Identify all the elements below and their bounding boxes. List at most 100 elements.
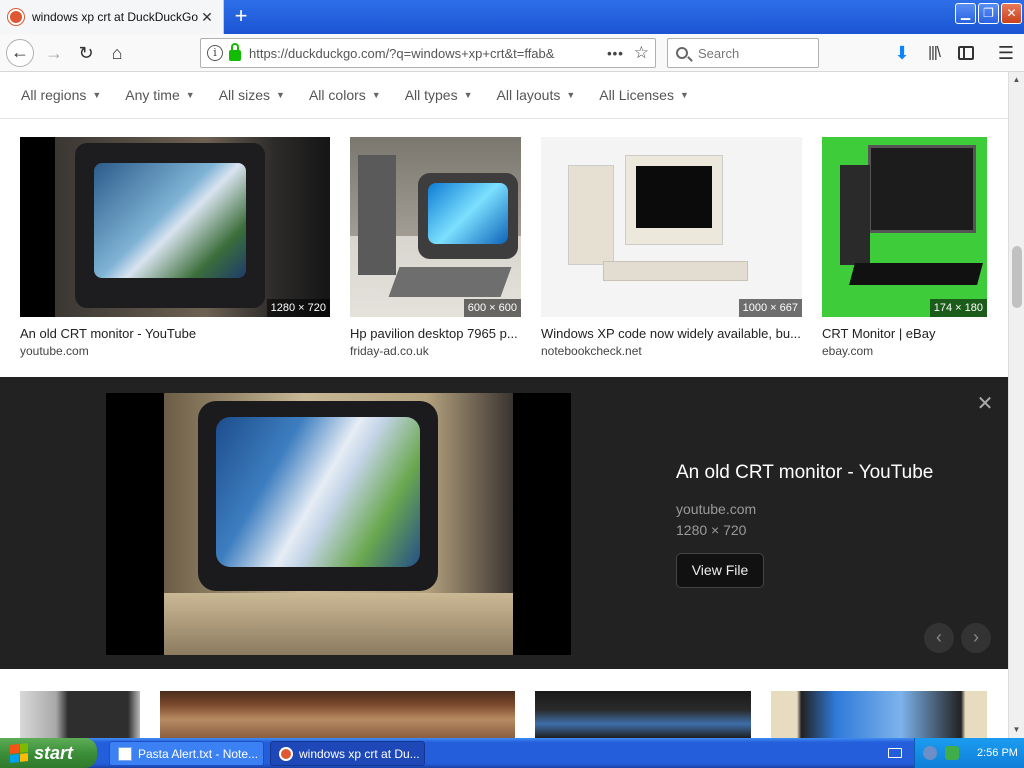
- title-bar: windows xp crt at DuckDuckGo ✕ + ▁ ❐ ✕: [0, 0, 1024, 34]
- security-icon[interactable]: [945, 746, 959, 760]
- system-tray: 2:56 PM: [914, 738, 1024, 768]
- taskbar-item-notepad[interactable]: Pasta Alert.txt - Note...: [109, 741, 264, 766]
- result-thumbnail[interactable]: [160, 691, 515, 738]
- downloads-icon[interactable]: ⬇: [890, 38, 914, 66]
- forward-button[interactable]: →: [40, 39, 68, 67]
- previous-image-button[interactable]: ‹: [924, 623, 954, 653]
- filter-time[interactable]: Any time ▼: [125, 87, 194, 103]
- pc-tower-image: [840, 165, 870, 265]
- lcd-monitor-image: [868, 145, 976, 233]
- preview-domain[interactable]: youtube.com: [676, 501, 756, 517]
- close-window-button[interactable]: ✕: [1001, 3, 1022, 24]
- maximize-button[interactable]: ❐: [978, 3, 999, 24]
- preview-title[interactable]: An old CRT monitor - YouTube: [676, 462, 933, 484]
- browser-tab[interactable]: windows xp crt at DuckDuckGo ✕: [0, 0, 224, 34]
- reload-button[interactable]: ↻: [72, 39, 100, 67]
- result-thumbnail[interactable]: [771, 691, 987, 738]
- start-label: start: [34, 742, 74, 763]
- scroll-up-icon[interactable]: ▲: [1009, 72, 1024, 88]
- view-file-button[interactable]: View File: [676, 553, 764, 588]
- keyboard-image: [603, 261, 748, 281]
- filter-licenses[interactable]: All Licenses ▼: [599, 87, 689, 103]
- taskbar-item-firefox[interactable]: windows xp crt at Du...: [270, 741, 425, 766]
- duckduckgo-favicon-icon: [8, 9, 24, 25]
- clock[interactable]: 2:56 PM: [977, 747, 1018, 759]
- result-caption[interactable]: An old CRT monitor - YouTube: [20, 326, 330, 341]
- chevron-down-icon: ▼: [92, 90, 102, 100]
- scroll-down-icon[interactable]: ▼: [1009, 722, 1024, 738]
- windows-logo-icon: [10, 743, 28, 763]
- chevron-down-icon: ▼: [276, 90, 285, 100]
- crt-monitor-image: [198, 401, 438, 591]
- chevron-down-icon: ▼: [679, 90, 689, 100]
- keyboard-icon[interactable]: [888, 748, 902, 758]
- result-caption[interactable]: Hp pavilion desktop 7965 p...: [350, 326, 521, 341]
- filter-types[interactable]: All types ▼: [405, 87, 473, 103]
- hamburger-menu-icon[interactable]: ☰: [994, 38, 1018, 66]
- filter-layouts[interactable]: All layouts ▼: [497, 87, 576, 103]
- minimize-button[interactable]: ▁: [955, 3, 976, 24]
- result-thumbnail[interactable]: 1000 × 667: [541, 137, 802, 317]
- pc-tower-image: [358, 155, 396, 275]
- tab-close-icon[interactable]: ✕: [199, 9, 215, 26]
- image-result[interactable]: 1280 × 720 An old CRT monitor - YouTube …: [20, 137, 330, 358]
- sidebar-toggle-icon[interactable]: [958, 46, 974, 60]
- crt-monitor-image: [75, 143, 265, 308]
- search-placeholder: Search: [698, 45, 740, 61]
- vertical-scrollbar[interactable]: ▲ ▼: [1008, 72, 1024, 738]
- result-thumbnail[interactable]: 174 × 180: [822, 137, 987, 317]
- keyboard-image: [849, 263, 983, 285]
- filter-regions[interactable]: All regions ▼: [21, 87, 101, 103]
- chevron-down-icon: ▼: [463, 90, 473, 100]
- filter-sizes[interactable]: All sizes ▼: [219, 87, 285, 103]
- result-source[interactable]: friday-ad.co.uk: [350, 344, 521, 358]
- image-preview-panel: ✕ An old CRT monitor - YouTube youtube.c…: [0, 377, 1008, 669]
- taskbar: start Pasta Alert.txt - Note... windows …: [0, 738, 1024, 768]
- result-thumbnail[interactable]: 1280 × 720: [20, 137, 330, 317]
- result-caption[interactable]: Windows XP code now widely available, bu…: [541, 326, 802, 341]
- image-result[interactable]: 174 × 180 CRT Monitor | eBay ebay.com: [822, 137, 987, 358]
- network-icon[interactable]: [923, 746, 937, 760]
- preview-dimensions: 1280 × 720: [676, 522, 747, 538]
- result-thumbnail[interactable]: 600 × 600: [350, 137, 521, 317]
- start-button[interactable]: start: [0, 738, 97, 768]
- home-button[interactable]: ⌂: [103, 39, 131, 67]
- url-text[interactable]: https://duckduckgo.com/?q=windows+xp+crt…: [249, 46, 597, 61]
- chevron-down-icon: ▼: [185, 90, 195, 100]
- image-result[interactable]: 1000 × 667 Windows XP code now widely av…: [541, 137, 802, 358]
- search-icon: [676, 47, 688, 59]
- search-input[interactable]: Search: [667, 38, 819, 68]
- filter-colors[interactable]: All colors ▼: [309, 87, 381, 103]
- image-dimensions: 600 × 600: [463, 299, 521, 317]
- scrollbar-thumb[interactable]: [1012, 246, 1022, 308]
- next-image-button[interactable]: ›: [961, 623, 991, 653]
- notepad-icon: [118, 746, 132, 761]
- image-result[interactable]: 600 × 600 Hp pavilion desktop 7965 p... …: [350, 137, 521, 358]
- library-icon[interactable]: |||\: [922, 38, 946, 66]
- navigation-bar: ← → ↻ ⌂ i https://duckduckgo.com/?q=wind…: [0, 34, 1024, 72]
- result-caption[interactable]: CRT Monitor | eBay: [822, 326, 987, 341]
- new-tab-button[interactable]: +: [228, 4, 254, 30]
- result-source[interactable]: notebookcheck.net: [541, 344, 802, 358]
- keyboard-image: [388, 267, 512, 297]
- page-actions-icon[interactable]: •••: [607, 46, 624, 61]
- back-button[interactable]: ←: [6, 39, 34, 67]
- image-dimensions: 1000 × 667: [738, 299, 802, 317]
- chevron-down-icon: ▼: [566, 90, 576, 100]
- chevron-down-icon: ▼: [371, 90, 381, 100]
- close-preview-icon[interactable]: ✕: [975, 394, 995, 414]
- site-info-icon[interactable]: i: [207, 45, 223, 61]
- result-thumbnail[interactable]: [20, 691, 140, 738]
- image-dimensions: 1280 × 720: [266, 299, 330, 317]
- preview-image[interactable]: [106, 393, 571, 655]
- filter-bar: All regions ▼ Any time ▼ All sizes ▼ All co…: [0, 72, 1008, 119]
- crt-monitor-image: [418, 173, 518, 259]
- result-thumbnail[interactable]: [535, 691, 751, 738]
- address-bar[interactable]: i https://duckduckgo.com/?q=windows+xp+c…: [200, 38, 656, 68]
- crt-monitor-image: [625, 155, 723, 245]
- image-dimensions: 174 × 180: [929, 299, 987, 317]
- bookmark-star-icon[interactable]: ☆: [634, 43, 649, 63]
- lock-icon: [229, 42, 241, 61]
- result-source[interactable]: ebay.com: [822, 344, 987, 358]
- result-source[interactable]: youtube.com: [20, 344, 330, 358]
